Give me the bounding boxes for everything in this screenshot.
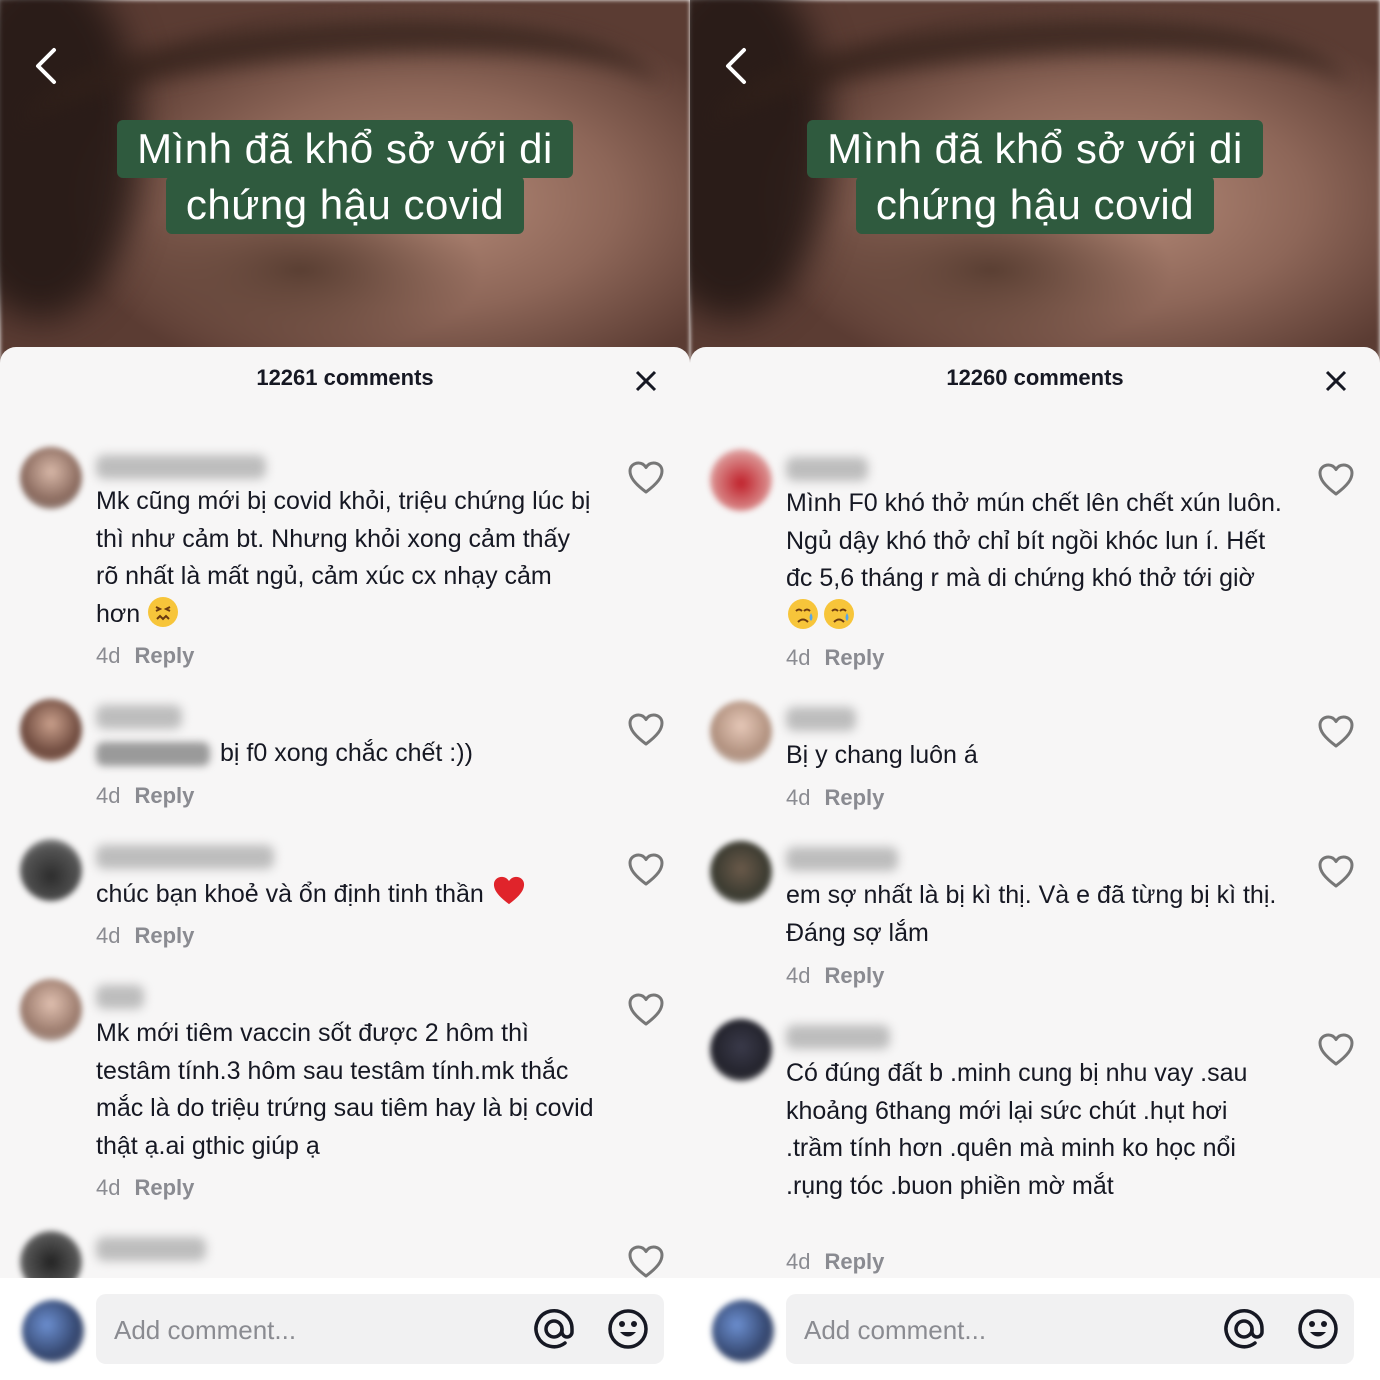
username[interactable] bbox=[96, 845, 274, 869]
comment-meta: 4d Reply bbox=[786, 963, 885, 988]
reply-button[interactable]: Reply bbox=[134, 1175, 194, 1200]
emoji-icon[interactable] bbox=[606, 1307, 650, 1351]
comment-text: Mk mới tiêm vaccin sốt được 2 hôm thì te… bbox=[96, 1019, 594, 1160]
username[interactable] bbox=[786, 707, 856, 731]
avatar[interactable] bbox=[710, 449, 772, 511]
video-caption: Mình đã khổ sở với di chứng hậu covid bbox=[690, 120, 1380, 234]
comment-meta: 4d Reply bbox=[96, 783, 195, 808]
caption-line-2: chứng hậu covid bbox=[165, 176, 525, 234]
comment-input-bar bbox=[0, 1278, 690, 1380]
avatar[interactable] bbox=[710, 701, 772, 763]
avatar[interactable] bbox=[20, 839, 82, 901]
video-caption: Mình đã khổ sở với di chứng hậu covid bbox=[0, 120, 690, 234]
crying-face-icon bbox=[788, 598, 818, 629]
close-icon[interactable] bbox=[1322, 367, 1350, 395]
back-chevron-icon[interactable] bbox=[28, 44, 68, 88]
my-avatar bbox=[712, 1300, 774, 1362]
username[interactable] bbox=[786, 847, 898, 871]
username[interactable] bbox=[96, 705, 182, 729]
my-avatar bbox=[22, 1300, 84, 1362]
like-heart-icon[interactable] bbox=[1318, 855, 1354, 889]
like-heart-icon[interactable] bbox=[628, 1245, 664, 1279]
mention-at-icon[interactable] bbox=[1222, 1307, 1266, 1351]
like-heart-icon[interactable] bbox=[628, 853, 664, 887]
comment-input-box[interactable] bbox=[786, 1294, 1354, 1366]
comment-text: Mình F0 khó thở mún chết lên chết xún lu… bbox=[786, 485, 1286, 635]
avatar[interactable] bbox=[20, 447, 82, 509]
comment-input-bar bbox=[690, 1278, 1380, 1380]
reply-button[interactable]: Reply bbox=[134, 643, 194, 668]
confounded-face-icon bbox=[148, 596, 179, 627]
comment-text: em sợ nhất là bị kì thị. Và e đã từng bị… bbox=[786, 881, 1277, 947]
comment-meta: 4d Reply bbox=[786, 1249, 885, 1274]
red-heart-icon bbox=[492, 875, 524, 905]
comment-meta: 4d Reply bbox=[96, 923, 195, 948]
like-heart-icon[interactable] bbox=[1318, 463, 1354, 497]
reply-button[interactable]: Reply bbox=[824, 645, 884, 670]
comments-sheet: 12260 comments Mình F0 khó thở mún chết … bbox=[690, 347, 1380, 1380]
comment-text: chúc bạn khoẻ và ổn định tinh thần bbox=[96, 875, 596, 914]
caption-line-1: Mình đã khổ sở với di bbox=[117, 120, 573, 178]
like-heart-icon[interactable] bbox=[1318, 715, 1354, 749]
like-heart-icon[interactable] bbox=[628, 713, 664, 747]
left-screenshot: Mình đã khổ sở với di chứng hậu covid 12… bbox=[0, 0, 690, 1380]
back-chevron-icon[interactable] bbox=[718, 44, 758, 88]
close-icon[interactable] bbox=[632, 367, 660, 395]
comment-meta: 4d Reply bbox=[96, 1175, 195, 1200]
username[interactable] bbox=[786, 457, 868, 481]
comment-text: Có đúng đất b .minh cung bị nhu vay .sau… bbox=[786, 1059, 1248, 1200]
comments-count: 12261 comments bbox=[256, 365, 434, 390]
comment-input-box[interactable] bbox=[96, 1294, 664, 1366]
username[interactable] bbox=[96, 455, 266, 479]
caption-line-1: Mình đã khổ sở với di bbox=[807, 120, 1263, 178]
reply-button[interactable]: Reply bbox=[824, 1249, 884, 1274]
like-heart-icon[interactable] bbox=[628, 993, 664, 1027]
like-heart-icon[interactable] bbox=[1318, 1033, 1354, 1067]
reply-button[interactable]: Reply bbox=[134, 923, 194, 948]
username[interactable] bbox=[96, 1237, 206, 1261]
crying-face-icon bbox=[824, 598, 854, 629]
comments-count: 12260 comments bbox=[946, 365, 1124, 390]
comment-meta: 4d Reply bbox=[96, 643, 195, 668]
comment-text: Bị y chang luôn á bbox=[786, 741, 978, 769]
comments-sheet: 12261 comments Mk cũng mới bị covid khỏi… bbox=[0, 347, 690, 1380]
mention-tag[interactable]: @ bbox=[96, 742, 210, 767]
mention-at-icon[interactable] bbox=[532, 1307, 576, 1351]
comment-meta: 4d Reply bbox=[786, 785, 885, 810]
avatar[interactable] bbox=[20, 699, 82, 761]
caption-line-2: chứng hậu covid bbox=[855, 176, 1215, 234]
username[interactable] bbox=[96, 985, 144, 1009]
right-screenshot: Mình đã khổ sở với di chứng hậu covid 12… bbox=[690, 0, 1380, 1380]
emoji-icon[interactable] bbox=[1296, 1307, 1340, 1351]
reply-button[interactable]: Reply bbox=[824, 785, 884, 810]
avatar[interactable] bbox=[710, 841, 772, 903]
reply-button[interactable]: Reply bbox=[824, 963, 884, 988]
comment-meta: 4d Reply bbox=[786, 645, 885, 670]
reply-button[interactable]: Reply bbox=[134, 783, 194, 808]
like-heart-icon[interactable] bbox=[628, 461, 664, 495]
comment-text: Mk cũng mới bị covid khỏi, triệu chứng l… bbox=[96, 487, 591, 628]
comment-input[interactable] bbox=[112, 1294, 516, 1366]
comment-text: @bị f0 xong chắc chết :)) bbox=[96, 735, 596, 773]
comment-input[interactable] bbox=[802, 1294, 1206, 1366]
avatar[interactable] bbox=[20, 979, 82, 1041]
username[interactable] bbox=[786, 1025, 890, 1049]
avatar[interactable] bbox=[710, 1019, 772, 1081]
